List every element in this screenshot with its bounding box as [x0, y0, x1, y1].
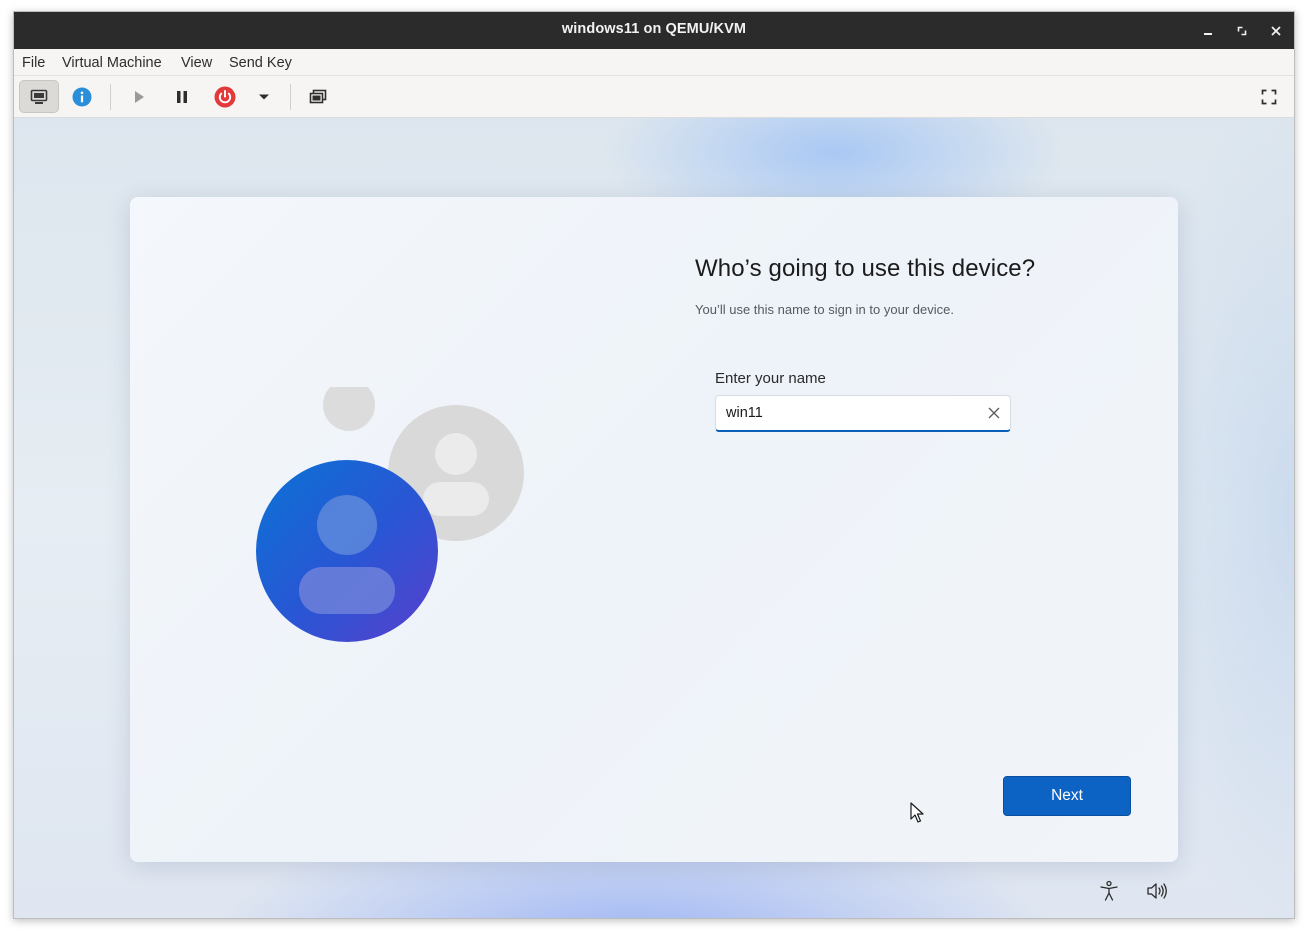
window-title: windows11 on QEMU/KVM	[561, 21, 747, 37]
toolbar	[14, 76, 1294, 118]
oobe-card: Who’s going to use this device? You’ll u…	[130, 197, 1178, 862]
console-icon	[30, 89, 48, 104]
mouse-cursor-icon	[910, 802, 924, 823]
pause-button[interactable]	[162, 80, 202, 113]
close-icon	[1271, 26, 1281, 36]
maximize-icon	[1237, 26, 1247, 36]
shutdown-button[interactable]	[205, 80, 245, 113]
small-avatar-circle	[323, 387, 375, 431]
pause-icon	[177, 90, 187, 103]
volume-icon	[1147, 883, 1167, 899]
page-heading: Who’s going to use this device?	[695, 255, 1036, 282]
next-button[interactable]: Next	[1003, 776, 1131, 816]
accessibility-button[interactable]	[1097, 879, 1121, 903]
menu-virtual-machine[interactable]: Virtual Machine	[62, 55, 162, 71]
console-button[interactable]	[19, 80, 59, 113]
page-subtitle: You’ll use this name to sign in to your …	[695, 302, 954, 317]
shutdown-menu-chevron-icon	[259, 94, 269, 99]
name-field-label: Enter your name	[715, 370, 826, 387]
name-input[interactable]	[726, 396, 976, 429]
clear-icon	[988, 407, 1000, 419]
details-button[interactable]	[62, 80, 102, 113]
maximize-button[interactable]	[1231, 20, 1253, 42]
menu-view[interactable]: View	[181, 55, 212, 71]
title-bar[interactable]: windows11 on QEMU/KVM	[14, 12, 1294, 49]
accessibility-icon	[1100, 880, 1118, 901]
menu-send-key[interactable]: Send Key	[229, 55, 292, 71]
menu-bar: File Virtual Machine View Send Key	[14, 49, 1294, 76]
volume-button[interactable]	[1145, 879, 1169, 903]
run-button[interactable]	[119, 80, 159, 113]
menu-file[interactable]: File	[22, 55, 45, 71]
shutdown-menu-button[interactable]	[244, 80, 284, 113]
details-info-icon	[72, 87, 92, 106]
fullscreen-icon	[1261, 89, 1277, 104]
toolbar-separator	[110, 84, 111, 110]
close-button[interactable]	[1265, 20, 1287, 42]
minimize-icon	[1204, 33, 1212, 35]
fullscreen-button[interactable]	[1249, 80, 1289, 113]
clear-name-button[interactable]	[985, 404, 1003, 422]
minimize-button[interactable]	[1197, 20, 1219, 42]
snapshots-icon	[309, 89, 327, 103]
snapshots-button[interactable]	[298, 80, 338, 113]
shutdown-icon	[214, 86, 236, 107]
run-icon	[135, 90, 144, 103]
vm-viewer-window: windows11 on QEMU/KVM File Virtual Machi…	[13, 11, 1295, 919]
vm-display[interactable]: Who’s going to use this device? You’ll u…	[14, 118, 1294, 918]
users-illustration	[256, 387, 524, 642]
toolbar-separator	[290, 84, 291, 110]
name-field[interactable]	[715, 395, 1011, 432]
